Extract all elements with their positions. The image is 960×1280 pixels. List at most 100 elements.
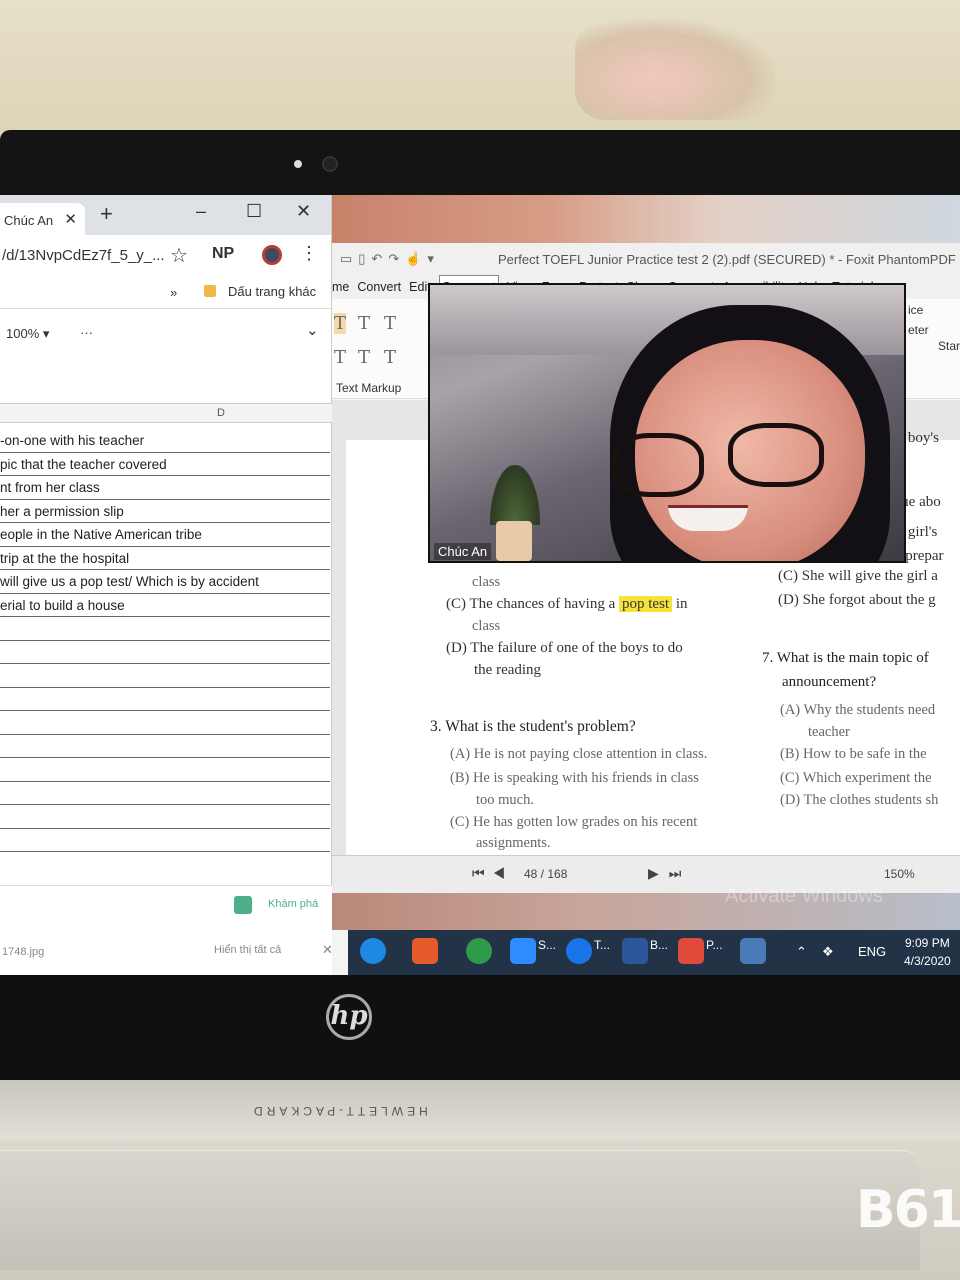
time: 9:09 PM — [905, 936, 950, 950]
sheet-row[interactable]: eople in the Native American tribe — [0, 523, 330, 547]
first-prev-page-icons[interactable]: ⏮◀ — [472, 865, 513, 882]
column-header[interactable]: D — [0, 403, 332, 423]
strikeout-text-icon[interactable]: T — [384, 313, 396, 334]
taskbar-item[interactable]: S... — [538, 938, 556, 952]
highlight-text-icon[interactable]: T — [334, 313, 347, 334]
ribbon-side-label: ice — [908, 303, 924, 317]
zoom-icon[interactable] — [510, 938, 536, 964]
sheet-rows: -on-one with his teacher pic that the tea… — [0, 429, 330, 852]
clock[interactable]: 9:09 PM 4/3/2020 — [904, 934, 951, 970]
safari-icon[interactable] — [360, 938, 386, 964]
word-icon[interactable] — [622, 938, 648, 964]
menu-dots-icon[interactable]: ⋮ — [300, 243, 318, 264]
option-2c: (C) The chances of having a pop test in — [446, 596, 688, 613]
taskbar-item[interactable]: T... — [594, 938, 610, 952]
close-tab-icon[interactable]: ✕ — [64, 210, 77, 228]
dropbox-icon[interactable]: ❖ — [822, 944, 834, 960]
option-3a: (A) He is not paying close attention in … — [450, 746, 708, 762]
taskbar: S... T... B... P... ⌃ ❖ ENG 9:09 PM 4/3/… — [348, 930, 960, 975]
app-icon[interactable] — [412, 938, 438, 964]
sheet-row[interactable]: her a permission slip — [0, 500, 330, 523]
zoom-select[interactable]: 100% ▾ — [6, 326, 49, 342]
extension-np[interactable]: NP — [212, 245, 234, 263]
chevron-up-icon[interactable]: ⌃ — [796, 944, 807, 959]
bookmarks-overflow[interactable]: » — [170, 285, 177, 300]
sheet-row[interactable] — [0, 711, 330, 735]
sheet-row[interactable] — [0, 805, 330, 829]
option-text: in — [675, 596, 688, 612]
maximize-icon[interactable]: ☐ — [246, 201, 262, 222]
underline-text-icon[interactable]: T — [358, 313, 370, 334]
menu-item-me[interactable]: me — [332, 275, 349, 294]
sheet-row[interactable]: nt from her class — [0, 476, 330, 500]
sheet-row[interactable]: pic that the teacher covered — [0, 453, 330, 476]
bookmark-star-icon[interactable]: ☆ — [170, 243, 188, 268]
ribbon-group-label: Text Markup — [336, 381, 402, 395]
activate-windows-watermark: Activate Windows — [725, 885, 883, 907]
more-icon[interactable]: ··· — [80, 325, 93, 340]
folder-icon — [204, 285, 216, 297]
language-indicator[interactable]: ENG — [858, 944, 886, 959]
download-bar: Khám phá 1748.jpg Hiển thị tất cả ✕ — [0, 885, 333, 975]
option-6d: (D) She forgot about the g — [778, 592, 936, 608]
sheet-row[interactable] — [0, 617, 330, 641]
window-title: Perfect TOEFL Junior Practice test 2 (2)… — [498, 252, 956, 267]
glasses-left — [612, 433, 704, 497]
sheet-row[interactable] — [0, 688, 330, 711]
download-file[interactable]: 1748.jpg — [2, 946, 44, 958]
minimize-icon[interactable]: – — [196, 201, 206, 222]
foxit-icon[interactable] — [678, 938, 704, 964]
sheet-row[interactable] — [0, 758, 330, 782]
webcam-light — [294, 160, 302, 168]
app-icon[interactable] — [740, 938, 766, 964]
chrome-icon[interactable] — [466, 938, 492, 964]
sheet-row[interactable] — [0, 664, 330, 688]
new-tab-icon[interactable]: + — [100, 201, 113, 227]
title-bar: ▭▯↶↷☝▾ Perfect TOEFL Junior Practice tes… — [332, 243, 960, 275]
option-7d: (D) The clothes students sh — [780, 792, 939, 808]
next-last-page-icons[interactable]: ▶⏭ — [648, 865, 691, 882]
quick-access-icons[interactable]: ▭▯↶↷☝▾ — [340, 251, 440, 267]
profile-avatar[interactable] — [262, 245, 282, 265]
sheet-row[interactable] — [0, 735, 330, 758]
sheet-row[interactable] — [0, 782, 330, 805]
taskbar-item[interactable]: B... — [650, 938, 668, 952]
sheet-row[interactable]: trip at the the hospital — [0, 547, 330, 570]
menu-item-convert[interactable]: Convert — [357, 275, 401, 294]
plant-pot — [496, 521, 532, 561]
explore-label[interactable]: Khám phá — [268, 898, 318, 910]
insert-text-icon[interactable]: T — [384, 347, 396, 368]
highlighted-text[interactable]: pop test — [619, 596, 673, 612]
option-3b: (B) He is speaking with his friends in c… — [450, 770, 699, 786]
replace-text-icon[interactable]: T — [358, 347, 370, 368]
squiggly-text-icon[interactable]: T — [334, 347, 346, 368]
sheet-row[interactable] — [0, 641, 330, 664]
sheet-row[interactable] — [0, 829, 330, 852]
zoom-level[interactable]: 150% — [884, 867, 915, 881]
explore-icon[interactable] — [234, 896, 252, 914]
system-tray: ⌃ ❖ ENG — [796, 944, 886, 960]
participant-name: Chúc An — [434, 543, 492, 560]
chevron-down-icon[interactable]: ⌄ — [306, 321, 319, 339]
show-all-link[interactable]: Hiển thị tất cả — [214, 944, 281, 956]
video-call-window[interactable]: Chúc An — [428, 283, 906, 563]
browser-window: Chúc An ✕ + – ☐ ✕ /d/13NvpCdEz7f_5_y_...… — [0, 195, 333, 975]
close-icon[interactable]: ✕ — [322, 942, 333, 958]
plant — [490, 465, 540, 525]
taskbar-item[interactable]: P... — [706, 938, 722, 952]
zoom-value: 100% — [6, 326, 40, 341]
sheet-row[interactable]: -on-one with his teacher — [0, 429, 330, 453]
sheet-row[interactable]: will give us a pop test/ Which is by acc… — [0, 570, 330, 594]
date: 4/3/2020 — [904, 954, 951, 968]
option-7b: (B) How to be safe in the — [780, 746, 927, 762]
option-text: assignments. — [476, 835, 551, 851]
browser-tab[interactable]: Chúc An ✕ — [0, 203, 85, 235]
bookmarks-folder[interactable]: Dấu trang khác — [228, 284, 316, 299]
url-field[interactable]: /d/13NvpCdEz7f_5_y_... — [2, 247, 165, 264]
question-3: 3. What is the student's problem? — [430, 718, 636, 735]
close-window-icon[interactable]: ✕ — [296, 201, 311, 222]
teamviewer-icon[interactable] — [566, 938, 592, 964]
address-bar: /d/13NvpCdEz7f_5_y_... ☆ NP ⋮ — [0, 235, 331, 279]
page-number[interactable]: 48 / 168 — [524, 867, 567, 881]
sheet-row[interactable]: erial to build a house — [0, 594, 330, 617]
